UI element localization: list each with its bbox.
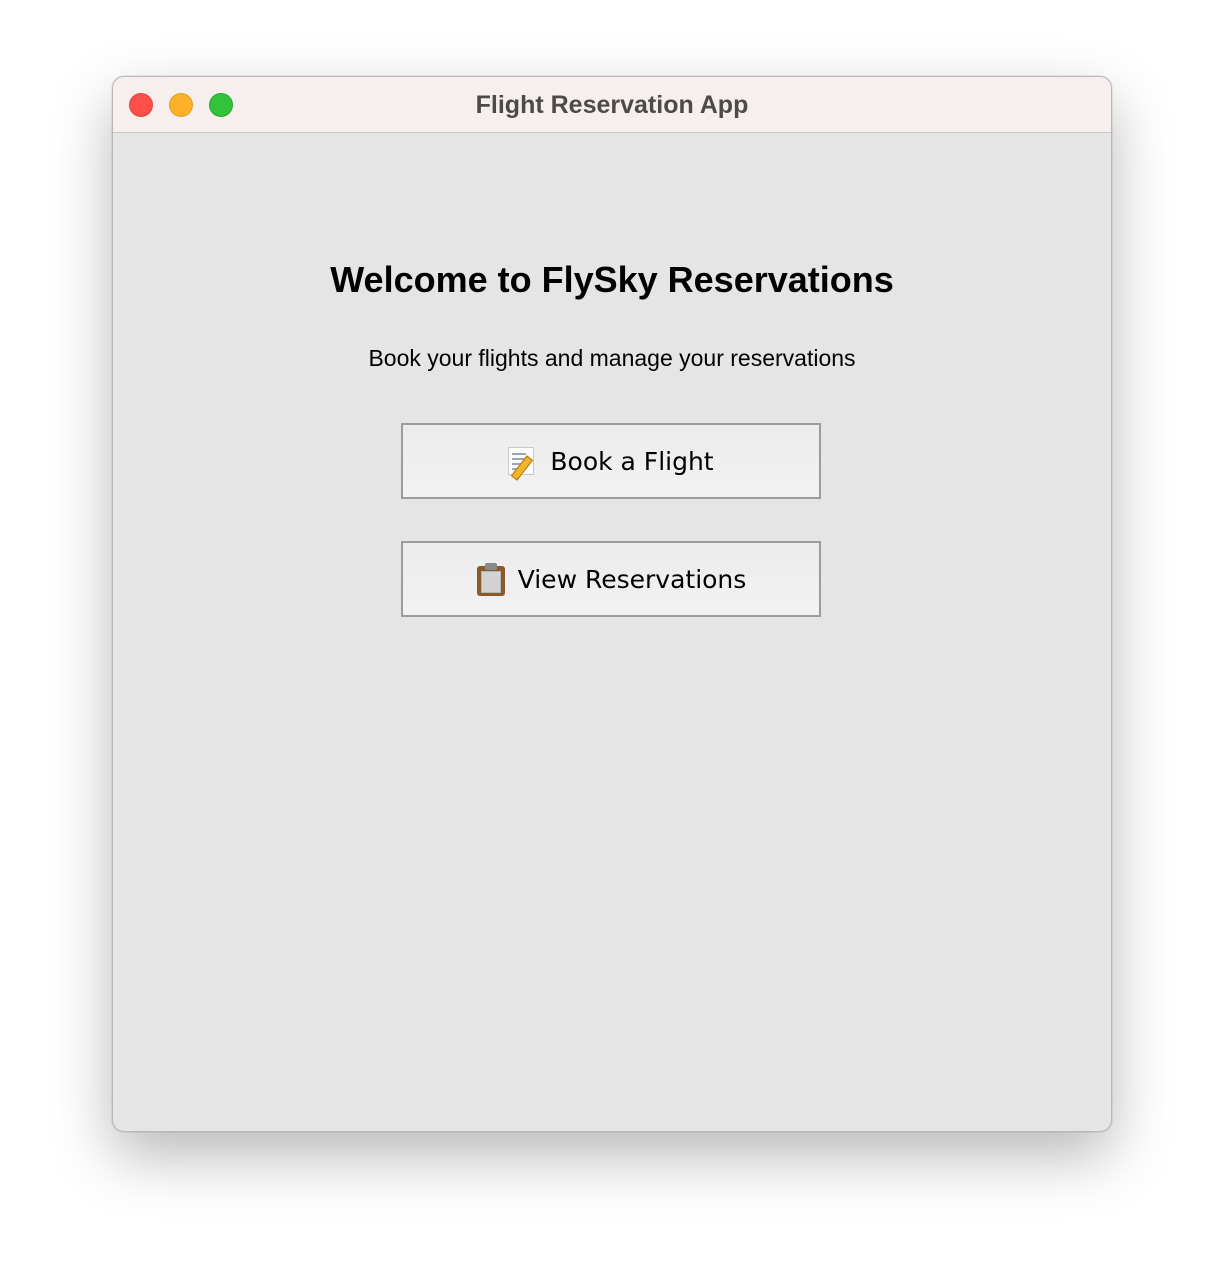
page-title: Welcome to FlySky Reservations <box>330 259 894 300</box>
title-bar[interactable]: Flight Reservation App <box>113 77 1111 133</box>
page-subtitle: Book your flights and manage your reserv… <box>368 345 856 371</box>
view-reservations-button[interactable]: View Reservations <box>401 541 821 617</box>
clipboard-icon <box>476 563 506 596</box>
app-window: Flight Reservation App Welcome to FlySky… <box>112 76 1112 1132</box>
window-title: Flight Reservation App <box>475 91 749 119</box>
view-reservations-label: View Reservations <box>517 564 747 594</box>
book-flight-button[interactable]: Book a Flight <box>401 423 821 499</box>
book-flight-label: Book a Flight <box>550 446 714 476</box>
memo-icon <box>508 445 538 481</box>
main-content: Welcome to FlySky Reservations Book your… <box>113 133 1111 1131</box>
